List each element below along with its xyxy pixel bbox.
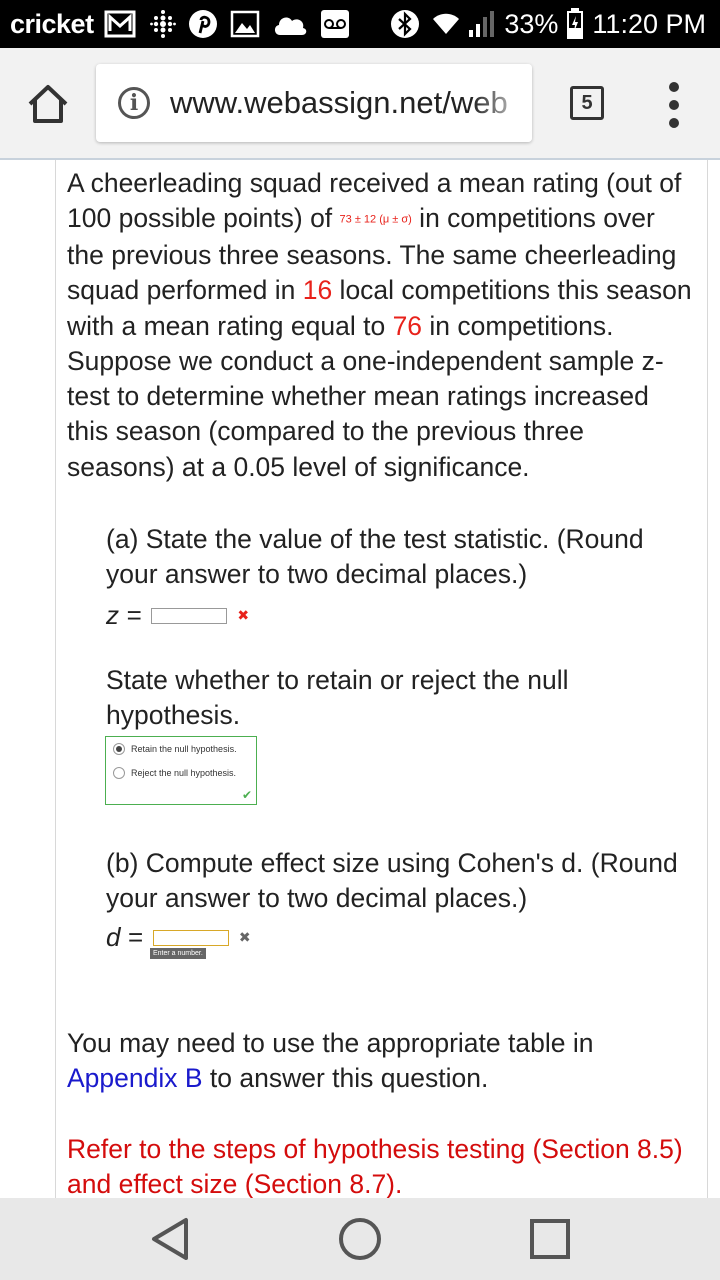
menu-dot (669, 118, 679, 128)
radio-retain[interactable] (113, 743, 125, 755)
signal-icon (468, 10, 496, 38)
incorrect-icon: ✖ (238, 929, 251, 945)
mean-sd-value: 73 ± 12 (μ ± σ) (339, 213, 412, 226)
table-note-text: You may need to use the appropriate tabl… (67, 1028, 594, 1058)
home-button[interactable] (24, 80, 72, 128)
option-reject-label: Reject the null hypothesis. (131, 768, 237, 778)
table-note: You may need to use the appropriate tabl… (67, 1026, 697, 1097)
menu-dot (669, 82, 679, 92)
z-input[interactable] (151, 607, 228, 624)
carrier-name: cricket (10, 8, 94, 39)
navigation-bar (0, 1198, 720, 1280)
home-icon (28, 85, 68, 123)
overflow-menu-button[interactable] (664, 82, 684, 128)
bluetooth-icon (390, 9, 420, 39)
option-retain-label: Retain the null hypothesis. (131, 744, 237, 754)
battery-icon (566, 8, 584, 40)
table-note-text: to answer this question. (202, 1063, 489, 1094)
voicemail-icon (320, 9, 350, 39)
back-icon (152, 1218, 188, 1260)
part-a-prompt: (a) State the value of the test statisti… (106, 524, 644, 590)
back-button[interactable] (146, 1215, 194, 1263)
option-retain[interactable]: Retain the null hypothesis. (113, 743, 237, 755)
tab-switcher-button[interactable]: 5 (570, 86, 604, 120)
sample-size: 16 (302, 275, 333, 306)
fitbit-icon (149, 9, 176, 39)
z-answer-row: z = ✖ (106, 600, 249, 631)
recents-square-icon (530, 1219, 570, 1259)
refer-note: Refer to the steps of hypothesis testing… (67, 1134, 683, 1198)
question-page: A cheerleading squad received a mean rat… (55, 160, 708, 1198)
input-hint-tooltip: Enter a number. (150, 948, 206, 959)
sample-mean: 76 (392, 310, 423, 341)
question-text: A cheerleading squad received a mean rat… (67, 166, 697, 485)
radio-reject[interactable] (113, 767, 125, 779)
url-fade (472, 64, 532, 142)
mail-icon (104, 9, 138, 39)
menu-dot (669, 100, 679, 110)
home-circle-icon (339, 1218, 381, 1260)
battery-percent: 33% (504, 8, 559, 39)
address-bar[interactable]: i www.webassign.net/web (96, 64, 532, 142)
d-label: d = (106, 922, 143, 952)
browser-toolbar: i www.webassign.net/web 5 (0, 48, 720, 160)
null-hypothesis-prompt: State whether to retain or reject the nu… (106, 665, 569, 731)
cloud-icon (272, 11, 308, 37)
status-bar: cricket 33% 11:20 PM (0, 0, 720, 48)
gallery-icon (230, 9, 260, 39)
d-input[interactable] (152, 929, 229, 946)
correct-check-icon: ✔ (241, 788, 252, 802)
clock: 11:20 PM (592, 8, 706, 39)
recents-button[interactable] (526, 1215, 574, 1263)
option-reject[interactable]: Reject the null hypothesis. (113, 767, 236, 779)
incorrect-icon: ✖ (237, 607, 250, 623)
home-nav-button[interactable] (336, 1215, 384, 1263)
hypothesis-options: Retain the null hypothesis. Reject the n… (105, 736, 257, 805)
info-icon[interactable]: i (118, 87, 150, 119)
z-label: z = (106, 600, 142, 630)
url-text: www.webassign.net/web (170, 85, 508, 120)
part-b-prompt: (b) Compute effect size using Cohen's d.… (106, 848, 678, 914)
pinterest-icon (188, 9, 218, 39)
wifi-icon (432, 12, 460, 36)
appendix-b-link[interactable]: Appendix B (67, 1063, 203, 1093)
